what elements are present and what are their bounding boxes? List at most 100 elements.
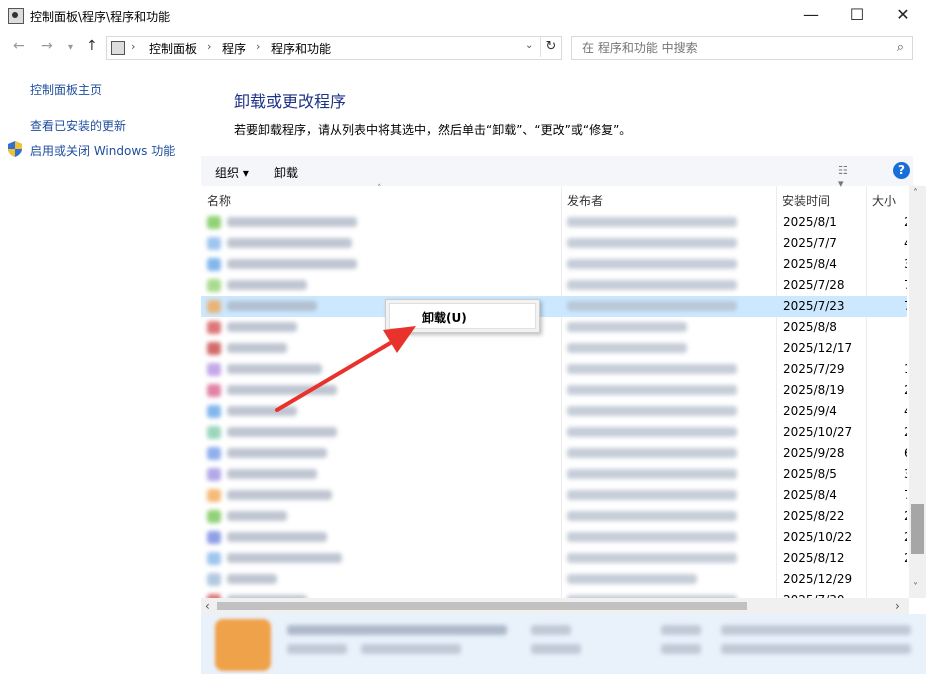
table-row[interactable]: 2025/9/4 4 (201, 401, 907, 422)
up-arrow-icon[interactable]: ↑ (86, 38, 98, 54)
organize-button[interactable]: 组织 ▾ (215, 164, 249, 181)
program-name (227, 364, 322, 374)
table-row[interactable]: 2025/10/27 2 (201, 422, 907, 443)
table-row[interactable]: 2025/8/12 2 (201, 548, 907, 569)
sidebar-item-installed-updates[interactable]: 查看已安装的更新 (30, 117, 126, 134)
program-publisher (567, 406, 737, 416)
column-header-size[interactable]: 大小 (866, 186, 909, 212)
table-row[interactable]: 2025/8/19 2 (201, 380, 907, 401)
program-icon (207, 342, 221, 355)
breadcrumb-programs[interactable]: 程序 (222, 40, 246, 57)
program-name (227, 322, 297, 332)
vertical-scrollbar[interactable]: ˄ ˅ (909, 186, 926, 598)
program-name (227, 469, 317, 479)
program-publisher (567, 511, 737, 521)
scroll-up-icon[interactable]: ˄ (913, 188, 918, 199)
horizontal-scroll-thumb[interactable] (217, 602, 747, 610)
view-options-icon[interactable]: ☷ ▾ (838, 164, 854, 190)
table-row[interactable]: 2025/8/1 2 (201, 212, 907, 233)
program-name (227, 448, 327, 458)
program-size: 7 (904, 299, 907, 313)
program-name (227, 511, 287, 521)
install-date: 2025/8/12 (783, 551, 845, 565)
forward-arrow-icon[interactable]: → (41, 38, 53, 54)
table-row[interactable]: 2025/7/29 1 (201, 359, 907, 380)
table-row[interactable]: 2025/8/8 (201, 317, 907, 338)
column-header-publisher[interactable]: 发布者 (561, 186, 777, 212)
vertical-scroll-thumb[interactable] (911, 504, 924, 554)
sidebar-item-home[interactable]: 控制面板主页 (30, 81, 102, 98)
table-row[interactable]: 2025/12/29 (201, 569, 907, 590)
column-header-name[interactable]: 名称 ˄ (201, 184, 562, 212)
column-publisher-label: 发布者 (567, 194, 604, 208)
program-icon (207, 573, 221, 586)
uninstall-button[interactable]: 卸载 (274, 164, 298, 181)
install-date: 2025/10/22 (783, 530, 853, 544)
program-icon (207, 321, 221, 334)
recent-chevron-icon[interactable]: ▾ (68, 42, 73, 53)
program-publisher (567, 553, 737, 563)
table-row[interactable]: 2025/8/22 2 (201, 506, 907, 527)
program-size: 3 (904, 467, 907, 481)
back-arrow-icon[interactable]: ← (13, 38, 25, 54)
program-name (227, 532, 327, 542)
search-box[interactable]: ⌕ (571, 36, 913, 60)
context-menu-uninstall[interactable]: 卸载(U) (389, 303, 536, 329)
program-publisher (567, 301, 737, 311)
control-panel-icon (111, 41, 125, 55)
program-icon (207, 384, 221, 397)
chevron-down-icon[interactable]: ⌄ (525, 40, 533, 51)
scroll-left-icon[interactable]: ‹ (205, 599, 210, 613)
details-line (721, 625, 911, 635)
program-large-icon (215, 619, 271, 671)
table-row[interactable]: 2025/8/4 3 (201, 254, 907, 275)
program-size: 4 (904, 404, 907, 418)
close-button[interactable]: ✕ (880, 0, 926, 32)
help-icon[interactable]: ? (893, 162, 910, 179)
refresh-icon[interactable]: ↻ (540, 37, 561, 57)
scroll-right-icon[interactable]: › (895, 599, 900, 613)
install-date: 2025/8/4 (783, 488, 837, 502)
table-row[interactable]: 2025/8/4 7 (201, 485, 907, 506)
sidebar-item-windows-features[interactable]: 启用或关闭 Windows 功能 (30, 142, 175, 159)
context-menu: 卸载(U) (385, 299, 540, 333)
breadcrumb-control-panel[interactable]: 控制面板 (149, 40, 197, 57)
scroll-down-icon[interactable]: ˅ (913, 582, 918, 593)
table-row[interactable]: 2025/10/22 2 (201, 527, 907, 548)
table-row[interactable]: 2025/7/7 4 (201, 233, 907, 254)
window-title: 控制面板\程序\程序和功能 (30, 10, 171, 24)
program-name (227, 238, 352, 248)
program-publisher (567, 532, 737, 542)
program-icon (207, 426, 221, 439)
search-input[interactable] (580, 40, 884, 56)
address-bar[interactable]: › 控制面板 › 程序 › 程序和功能 ⌄ (106, 36, 562, 60)
details-line (361, 644, 461, 654)
program-name (227, 280, 307, 290)
control-panel-icon (8, 8, 24, 24)
horizontal-scrollbar[interactable]: ‹ › (201, 598, 909, 614)
program-list[interactable]: 2025/8/122025/7/742025/8/432025/7/287202… (201, 212, 907, 598)
table-row[interactable]: 2025/7/30 (201, 590, 907, 598)
search-icon: ⌕ (896, 40, 904, 55)
program-size: 2 (904, 215, 907, 229)
column-name-label: 名称 (207, 194, 232, 208)
program-publisher (567, 280, 737, 290)
breadcrumb-programs-features[interactable]: 程序和功能 (271, 40, 331, 57)
table-row[interactable]: 2025/8/5 3 (201, 464, 907, 485)
program-icon (207, 300, 221, 313)
program-icon (207, 447, 221, 460)
program-size: 2 (904, 530, 907, 544)
program-size: 3 (904, 257, 907, 271)
column-header-install-date[interactable]: 安装时间 (776, 186, 867, 212)
minimize-button[interactable]: — (788, 0, 834, 32)
maximize-button[interactable]: ☐ (834, 0, 880, 32)
table-row[interactable]: 2025/12/17 (201, 338, 907, 359)
table-row[interactable]: 2025/7/23 7 (201, 296, 907, 317)
table-row[interactable]: 2025/9/28 6 (201, 443, 907, 464)
program-size: 7 (904, 488, 907, 502)
program-name (227, 343, 287, 353)
details-line (531, 625, 571, 635)
program-publisher (567, 217, 737, 227)
program-publisher (567, 469, 737, 479)
table-row[interactable]: 2025/7/28 7 (201, 275, 907, 296)
